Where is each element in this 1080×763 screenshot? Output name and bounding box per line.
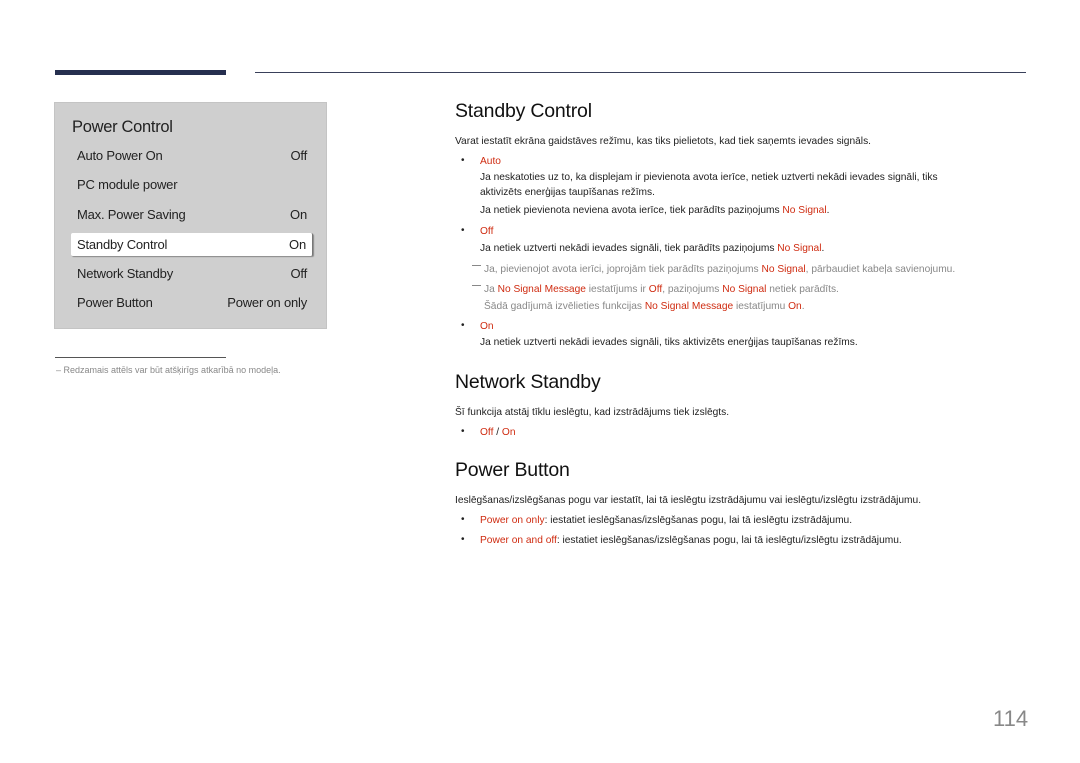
menu-item-value: On <box>289 237 306 252</box>
text: Ja, pievienojot avota ierīci, joprojām t… <box>484 264 762 275</box>
note-2-cont: Šādā gadījumā izvēlieties funkcijas No S… <box>484 301 805 312</box>
bullet-icon: • <box>461 534 465 545</box>
note-dash-icon <box>472 285 481 286</box>
bullet-icon: • <box>461 426 465 437</box>
no-signal-message-term: No Signal Message <box>644 301 734 312</box>
option-label: Power on and off <box>480 535 557 546</box>
menu-item-label: Power Button <box>77 295 153 310</box>
network-heading: Network Standby <box>455 371 601 393</box>
on-desc: Ja netiek uztverti nekādi ievades signāl… <box>480 337 858 348</box>
option-on: On <box>501 427 516 438</box>
menu-item-network-standby[interactable]: Network Standby Off <box>71 262 313 285</box>
menu-item-label: Max. Power Saving <box>77 207 186 222</box>
auto-desc-3: Ja netiek pievienota neviena avota ierīc… <box>480 205 830 216</box>
standby-heading: Standby Control <box>455 100 592 122</box>
off-term: Off <box>648 284 663 295</box>
footnote: – Redzamais attēls var būt atšķirīgs atk… <box>56 365 281 375</box>
text: , paziņojums <box>662 284 723 295</box>
network-intro: Šī funkcija atstāj tīklu ieslēgtu, kad i… <box>455 407 730 418</box>
menu-item-value: Power on only <box>227 295 307 310</box>
header-bar-thick <box>55 70 226 75</box>
note-dash-icon <box>472 265 481 266</box>
text: Ja netiek pievienota neviena avota ierīc… <box>480 205 783 216</box>
power-control-menu: Power Control Auto Power On Off PC modul… <box>54 102 327 329</box>
bullet-icon: • <box>461 514 465 525</box>
option-off: Off <box>480 226 494 237</box>
no-signal-term: No Signal <box>722 284 767 295</box>
option-on: On <box>480 321 494 332</box>
no-signal-term: No Signal <box>761 264 806 275</box>
menu-title: Power Control <box>72 118 173 136</box>
power-button-heading: Power Button <box>455 459 570 481</box>
header-rule <box>255 72 1026 73</box>
menu-item-power-button[interactable]: Power Button Power on only <box>71 291 313 314</box>
option-label: Power on only <box>480 515 545 526</box>
auto-desc-1: Ja neskatoties uz to, ka displejam ir pi… <box>480 172 938 183</box>
menu-item-max-power-saving[interactable]: Max. Power Saving On <box>71 203 313 226</box>
note-2: Ja No Signal Message iestatījums ir Off,… <box>472 284 839 295</box>
auto-desc-2: aktivizēts enerģijas taupīšanas režīms. <box>480 187 655 198</box>
menu-item-label: PC module power <box>77 177 178 192</box>
menu-item-label: Auto Power On <box>77 148 163 163</box>
no-signal-term: No Signal <box>782 205 827 216</box>
option-off: Off <box>480 427 494 438</box>
menu-item-label: Network Standby <box>77 266 173 281</box>
no-signal-term: No Signal <box>777 243 822 254</box>
footnote-divider <box>55 357 226 358</box>
text: Šādā gadījumā izvēlieties funkcijas <box>484 301 645 312</box>
bullet-icon: • <box>461 225 465 236</box>
menu-item-value: Off <box>290 266 307 281</box>
option-desc: : iestatiet ieslēgšanas/izslēgšanas pogu… <box>544 515 853 526</box>
standby-intro: Varat iestatīt ekrāna gaidstāves režīmu,… <box>455 136 871 147</box>
power-option-2: Power on and off: iestatiet ieslēgšanas/… <box>480 535 902 546</box>
power-option-1: Power on only: iestatiet ieslēgšanas/izs… <box>480 515 852 526</box>
on-term: On <box>788 301 802 312</box>
text: iestatījumu <box>733 301 789 312</box>
page-number: 114 <box>993 706 1029 731</box>
note-1: Ja, pievienojot avota ierīci, joprojām t… <box>472 264 955 275</box>
off-desc: Ja netiek uztverti nekādi ievades signāl… <box>480 243 825 254</box>
menu-item-auto-power-on[interactable]: Auto Power On Off <box>71 144 313 167</box>
text: Ja netiek uztverti nekādi ievades signāl… <box>480 243 778 254</box>
text: netiek parādīts. <box>766 284 839 295</box>
text: , pārbaudiet kabeļa savienojumu. <box>805 264 956 275</box>
text: Ja <box>484 284 498 295</box>
network-options: Off / On <box>480 427 516 438</box>
bullet-icon: • <box>461 155 465 166</box>
power-button-intro: Ieslēgšanas/izslēgšanas pogu var iestatī… <box>455 495 922 506</box>
menu-item-standby-control[interactable]: Standby Control On <box>71 233 313 256</box>
menu-item-value: On <box>290 207 307 222</box>
bullet-icon: • <box>461 320 465 331</box>
menu-item-pc-module-power[interactable]: PC module power <box>71 173 313 196</box>
option-desc: : iestatiet ieslēgšanas/izslēgšanas pogu… <box>556 535 902 546</box>
separator: / <box>493 427 502 438</box>
text: iestatījums ir <box>585 284 649 295</box>
no-signal-message-term: No Signal Message <box>497 284 586 295</box>
menu-item-value: Off <box>290 148 307 163</box>
menu-item-label: Standby Control <box>77 237 168 252</box>
option-auto: Auto <box>480 156 501 167</box>
